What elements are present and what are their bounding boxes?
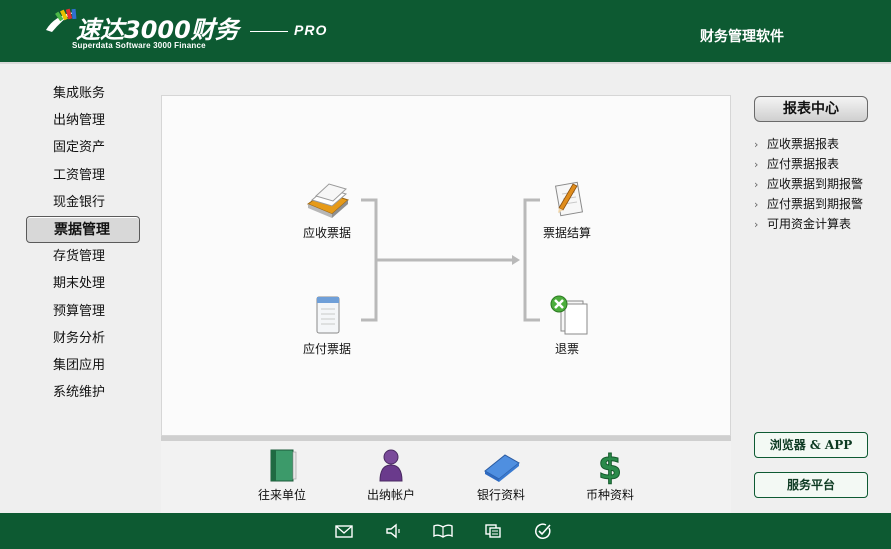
check-icon[interactable]: [533, 522, 553, 540]
header-separator: [0, 62, 891, 64]
nav-item-cashier[interactable]: 出纳管理: [26, 107, 140, 134]
tool-partners[interactable]: 往来单位: [242, 447, 322, 503]
tool-currency-info[interactable]: $ 币种资料: [570, 447, 650, 503]
document-remove-icon: [550, 295, 588, 335]
tool-partners-label: 往来单位: [257, 488, 306, 502]
mail-icon[interactable]: [334, 522, 354, 540]
speaker-icon[interactable]: [384, 522, 404, 540]
flow-receivable-bills[interactable]: 应收票据: [282, 178, 372, 241]
green-book-icon: [270, 449, 297, 482]
window-icon[interactable]: [483, 522, 503, 540]
browser-app-button[interactable]: 浏览器 & APP: [754, 432, 868, 458]
app-subtitle: Superdata Software 3000 Finance: [72, 41, 206, 50]
report-link[interactable]: › 应付票据到期报警: [754, 194, 889, 214]
chevron-right-icon: ›: [754, 198, 759, 211]
edition-label: PRO: [294, 22, 328, 38]
tool-bank-info[interactable]: 银行资料: [461, 447, 541, 503]
header-product-text: 财务管理软件: [700, 29, 784, 45]
flow-payable-label: 应付票据: [302, 342, 351, 356]
app-footer: [0, 513, 891, 549]
tool-bank-label: 银行资料: [476, 488, 525, 502]
tool-currency-label: 币种资料: [585, 488, 634, 502]
nav-item-budget[interactable]: 预算管理: [26, 298, 140, 325]
report-link[interactable]: › 应收票据报表: [754, 134, 889, 154]
nav-item-payroll[interactable]: 工资管理: [26, 162, 140, 189]
nav-item-system[interactable]: 系统维护: [26, 379, 140, 406]
notepad-icon: [316, 296, 340, 334]
folder-documents-icon: [307, 183, 349, 218]
dollar-icon: $: [598, 448, 623, 486]
flow-receivable-label: 应收票据: [302, 226, 351, 240]
flow-settlement-label: 票据结算: [542, 226, 591, 240]
app-header: 速达3000财务 Superdata Software 3000 Finance…: [0, 0, 891, 62]
document-pencil-icon: [554, 181, 584, 217]
flow-connectors: [361, 198, 540, 322]
chevron-right-icon: ›: [754, 178, 759, 191]
nav-item-group[interactable]: 集团应用: [26, 352, 140, 379]
blue-folder-icon: [484, 454, 520, 482]
title-divider: [250, 31, 288, 32]
report-list: › 应收票据报表 › 应付票据报表 › 应收票据到期报警 › 应付票据到期报警 › 可用资…: [754, 134, 889, 234]
chevron-right-icon: ›: [754, 218, 759, 231]
nav-item-fixed-assets[interactable]: 固定资产: [26, 134, 140, 161]
flow-payable-bills[interactable]: 应付票据: [282, 294, 372, 357]
nav-item-inventory[interactable]: 存货管理: [26, 243, 140, 270]
flow-refund-label: 退票: [554, 342, 579, 356]
tool-cashier-label: 出纳帐户: [366, 488, 415, 502]
flow-panel: 应收票据 应付票据 票据结算 退票: [161, 95, 731, 436]
service-platform-button[interactable]: 服务平台: [754, 472, 868, 498]
nav-item-bills[interactable]: 票据管理: [26, 215, 140, 244]
nav-item-cash-bank[interactable]: 现金银行: [26, 189, 140, 216]
report-link[interactable]: › 应付票据报表: [754, 154, 889, 174]
left-nav: 集成账务 出纳管理 固定资产 工资管理 现金银行 票据管理 存货管理 期末处理 …: [26, 80, 140, 406]
flow-bill-refund[interactable]: 退票: [522, 294, 612, 357]
app-title: 速达3000财务: [76, 16, 239, 44]
logo-icon: [46, 8, 77, 32]
chevron-right-icon: ›: [754, 138, 759, 151]
chevron-right-icon: ›: [754, 158, 759, 171]
report-link[interactable]: › 应收票据到期报警: [754, 174, 889, 194]
nav-item-period-end[interactable]: 期末处理: [26, 270, 140, 297]
user-icon: [379, 449, 403, 482]
svg-text:$: $: [598, 448, 622, 485]
book-icon[interactable]: [433, 522, 453, 540]
report-center-button[interactable]: 报表中心: [754, 96, 868, 122]
tool-cashier-accounts[interactable]: 出纳帐户: [351, 447, 431, 503]
basic-data-toolbar: 往来单位 出纳帐户 银行资料 $ 币种资料: [161, 441, 731, 513]
nav-item-financial-analysis[interactable]: 财务分析: [26, 325, 140, 352]
nav-item-integrated-accounting[interactable]: 集成账务: [26, 80, 140, 107]
flow-bill-settlement[interactable]: 票据结算: [522, 178, 612, 241]
report-link[interactable]: › 可用资金计算表: [754, 214, 889, 234]
